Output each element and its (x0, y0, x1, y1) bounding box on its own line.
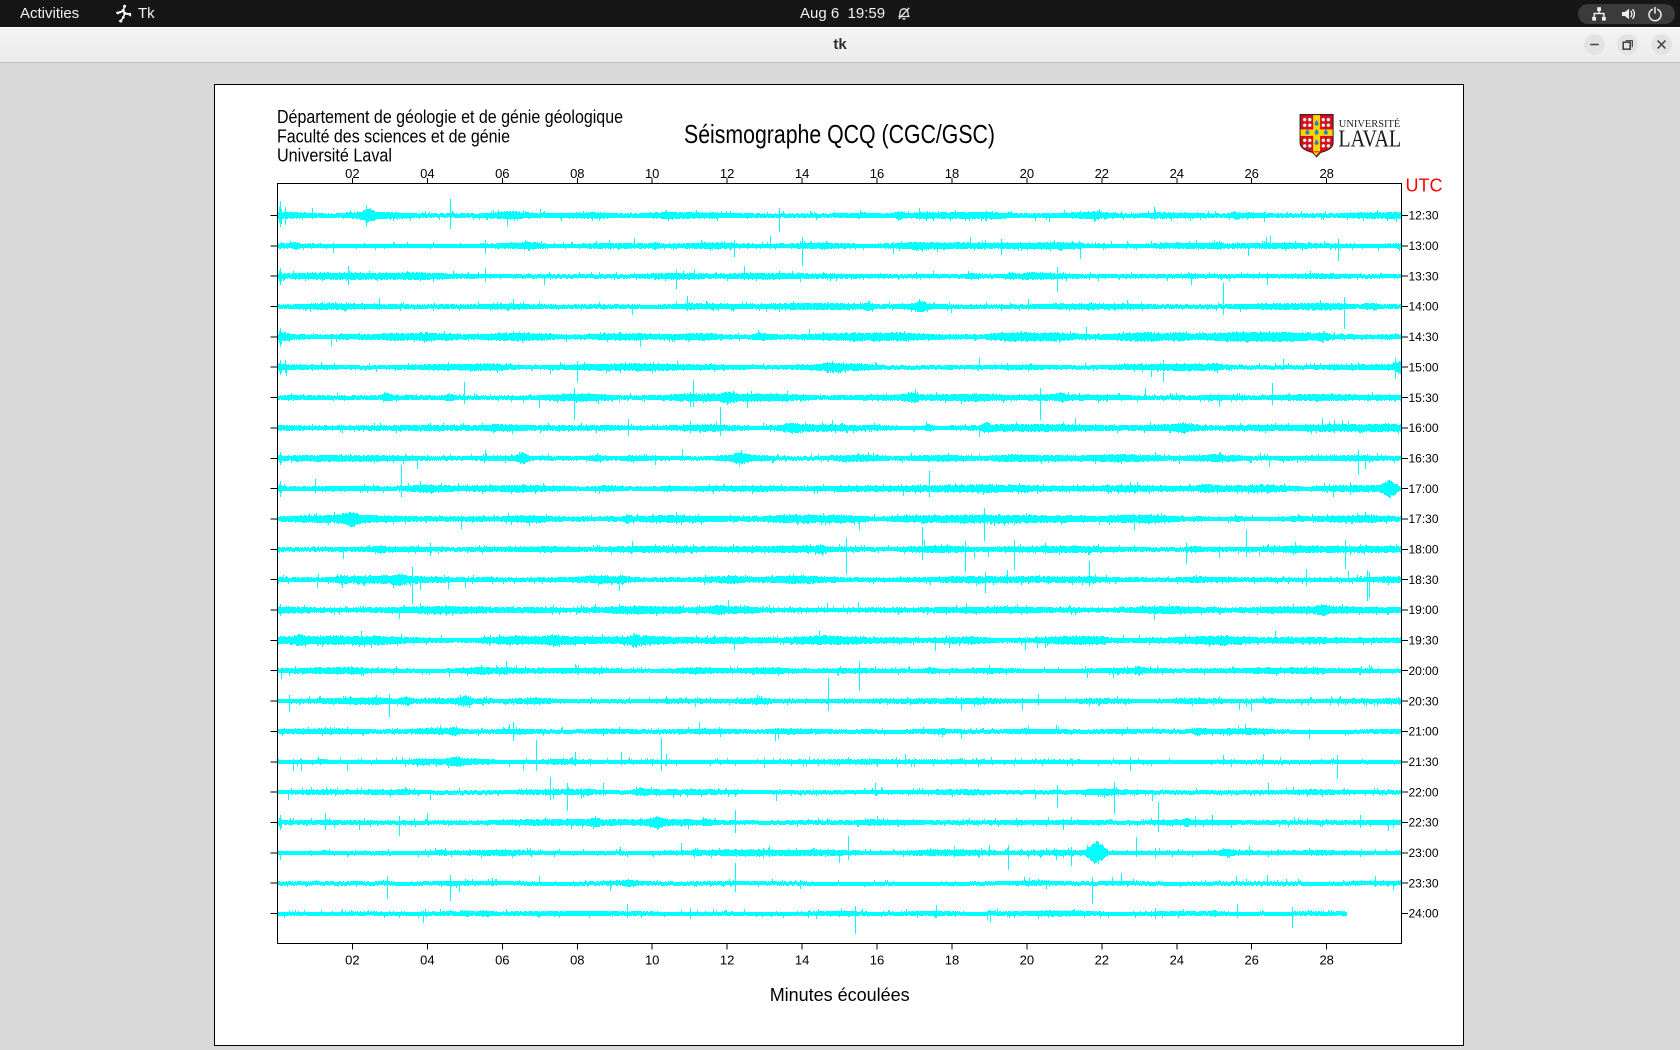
svg-text:LAVAL: LAVAL (1338, 125, 1401, 152)
svg-text:16: 16 (870, 166, 884, 181)
svg-text:14: 14 (795, 166, 809, 181)
svg-text:08: 08 (570, 953, 584, 968)
svg-text:22:00: 22:00 (1409, 785, 1439, 799)
svg-text:14:30: 14:30 (1409, 330, 1439, 344)
svg-text:13:00: 13:00 (1409, 239, 1439, 253)
svg-text:14:00: 14:00 (1409, 300, 1439, 314)
svg-text:26: 26 (1244, 166, 1258, 181)
svg-text:12: 12 (720, 953, 734, 968)
svg-text:17:00: 17:00 (1409, 482, 1439, 496)
svg-text:22: 22 (1095, 166, 1109, 181)
svg-text:24: 24 (1170, 953, 1184, 968)
svg-text:04: 04 (420, 953, 434, 968)
svg-text:20:30: 20:30 (1409, 694, 1439, 708)
svg-text:24: 24 (1170, 166, 1184, 181)
svg-text:04: 04 (420, 166, 434, 181)
svg-text:Séismographe QCQ (CGC/GSC): Séismographe QCQ (CGC/GSC) (684, 119, 995, 149)
svg-text:02: 02 (345, 166, 359, 181)
svg-text:17:30: 17:30 (1409, 512, 1439, 526)
svg-text:12: 12 (720, 166, 734, 181)
svg-text:02: 02 (345, 953, 359, 968)
svg-text:08: 08 (570, 166, 584, 181)
svg-text:15:00: 15:00 (1409, 360, 1439, 374)
svg-text:Département de géologie et de: Département de géologie et de génie géol… (277, 107, 623, 127)
svg-text:10: 10 (645, 166, 659, 181)
svg-text:22:30: 22:30 (1409, 816, 1439, 830)
svg-text:13:30: 13:30 (1409, 269, 1439, 283)
svg-text:18:00: 18:00 (1409, 543, 1439, 557)
svg-text:UTC: UTC (1406, 176, 1443, 196)
svg-text:24:00: 24:00 (1409, 907, 1439, 921)
svg-text:22: 22 (1095, 953, 1109, 968)
svg-text:28: 28 (1319, 953, 1333, 968)
svg-text:18:30: 18:30 (1409, 573, 1439, 587)
svg-text:18: 18 (945, 953, 959, 968)
svg-text:19:00: 19:00 (1409, 603, 1439, 617)
svg-text:15:30: 15:30 (1409, 391, 1439, 405)
svg-text:20: 20 (1020, 166, 1034, 181)
svg-text:12:30: 12:30 (1409, 209, 1439, 223)
svg-text:16: 16 (870, 953, 884, 968)
svg-text:Minutes écoulées: Minutes écoulées (770, 985, 910, 1005)
svg-text:10: 10 (645, 953, 659, 968)
svg-text:26: 26 (1244, 953, 1258, 968)
svg-text:14: 14 (795, 953, 809, 968)
svg-text:16:30: 16:30 (1409, 452, 1439, 466)
svg-text:Université Laval: Université Laval (277, 146, 392, 166)
svg-text:23:00: 23:00 (1409, 846, 1439, 860)
svg-text:20:00: 20:00 (1409, 664, 1439, 678)
svg-text:16:00: 16:00 (1409, 421, 1439, 435)
svg-text:06: 06 (495, 166, 509, 181)
svg-text:18: 18 (945, 166, 959, 181)
svg-text:20: 20 (1020, 953, 1034, 968)
svg-text:21:30: 21:30 (1409, 755, 1439, 769)
svg-text:28: 28 (1319, 166, 1333, 181)
svg-text:19:30: 19:30 (1409, 634, 1439, 648)
svg-text:06: 06 (495, 953, 509, 968)
svg-text:21:00: 21:00 (1409, 725, 1439, 739)
svg-text:Faculté des sciences et de gén: Faculté des sciences et de génie (277, 126, 510, 146)
svg-text:23:30: 23:30 (1409, 876, 1439, 890)
